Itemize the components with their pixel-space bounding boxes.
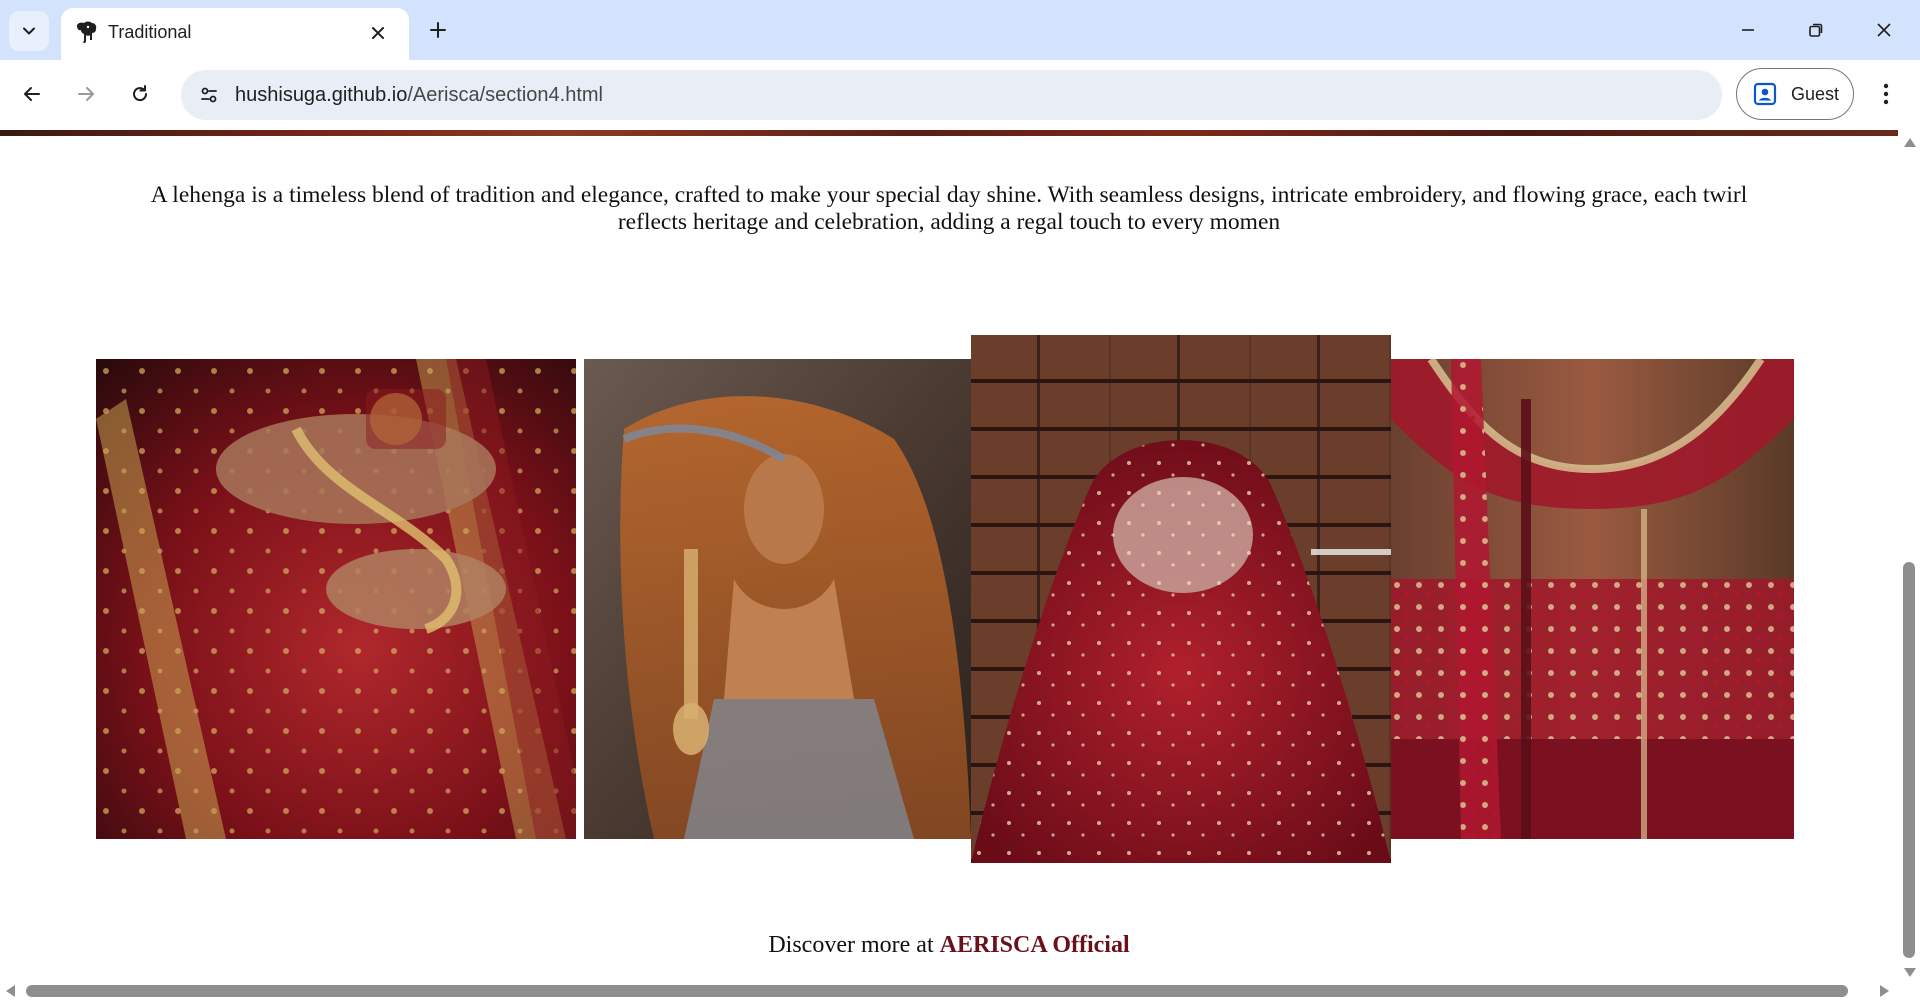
close-tab-button[interactable]	[364, 19, 392, 47]
reload-button[interactable]	[120, 74, 160, 114]
vertical-scrollbar[interactable]	[1898, 130, 1920, 980]
scroll-left-arrow-icon[interactable]	[6, 985, 15, 997]
vertical-scroll-thumb[interactable]	[1903, 562, 1915, 958]
arrow-right-icon	[78, 87, 94, 101]
aerisca-official-link[interactable]: AERISCA Official	[940, 932, 1130, 958]
photo-hands-jewelry-art	[96, 359, 576, 839]
reload-icon	[133, 85, 148, 102]
discover-prefix: Discover more at	[768, 932, 940, 958]
close-icon	[1877, 23, 1891, 37]
photo-blouse-back[interactable]	[1391, 359, 1794, 839]
intro-paragraph: A lehenga is a timeless blend of traditi…	[150, 182, 1748, 235]
url-path: /Aerisca/section4.html	[407, 84, 603, 106]
tune-icon	[201, 87, 217, 103]
profile-button[interactable]: Guest	[1736, 68, 1854, 120]
browser-toolbar: hushisuga.github.io/Aerisca/section4.htm…	[0, 60, 1920, 130]
photo-hands-jewelry[interactable]	[96, 359, 576, 839]
forward-button[interactable]	[66, 74, 106, 114]
page-viewport: A lehenga is a timeless blend of traditi…	[0, 130, 1920, 1008]
scroll-up-arrow-icon[interactable]	[1904, 138, 1916, 147]
new-tab-button[interactable]	[422, 14, 454, 46]
restore-button[interactable]	[1796, 10, 1836, 50]
tab-strip: Traditional	[0, 0, 1920, 60]
minimize-button[interactable]	[1728, 10, 1768, 50]
hero-image-edge	[0, 130, 1898, 136]
url-host: hushisuga.github.io	[235, 84, 408, 106]
tab-title: Traditional	[108, 22, 192, 42]
close-window-button[interactable]	[1864, 10, 1904, 50]
restore-icon	[1809, 23, 1823, 37]
site-info-button[interactable]	[191, 77, 227, 113]
back-button[interactable]	[12, 74, 52, 114]
active-tab[interactable]: Traditional	[61, 8, 409, 60]
chevron-down-icon	[23, 27, 35, 35]
photo-bride-red-dupatta[interactable]	[971, 335, 1391, 863]
horizontal-scroll-thumb[interactable]	[26, 985, 1848, 997]
arrow-left-icon	[24, 87, 40, 101]
url-text[interactable]: hushisuga.github.io/Aerisca/section4.htm…	[235, 84, 603, 107]
elephant-icon	[77, 21, 97, 44]
browser-menu-button[interactable]	[1866, 74, 1906, 114]
photo-bride-veil[interactable]	[584, 359, 971, 839]
minimize-icon	[1742, 29, 1754, 31]
photo-bride-red-dupatta-art	[971, 335, 1391, 863]
tab-search-button[interactable]	[9, 11, 49, 51]
scroll-right-arrow-icon[interactable]	[1880, 985, 1889, 997]
photo-bride-veil-art	[584, 359, 971, 839]
plus-icon	[430, 22, 446, 38]
horizontal-scrollbar[interactable]	[0, 980, 1898, 1002]
close-icon	[372, 27, 384, 39]
photo-blouse-back-art	[1391, 359, 1794, 839]
scroll-down-arrow-icon[interactable]	[1904, 968, 1916, 977]
kebab-menu-icon	[1883, 83, 1889, 105]
profile-label: Guest	[1791, 84, 1840, 104]
address-bar[interactable]: hushisuga.github.io/Aerisca/section4.htm…	[181, 70, 1722, 120]
discover-more-line: Discover more at AERISCA Official	[0, 932, 1898, 959]
person-badge-icon	[1753, 82, 1777, 106]
